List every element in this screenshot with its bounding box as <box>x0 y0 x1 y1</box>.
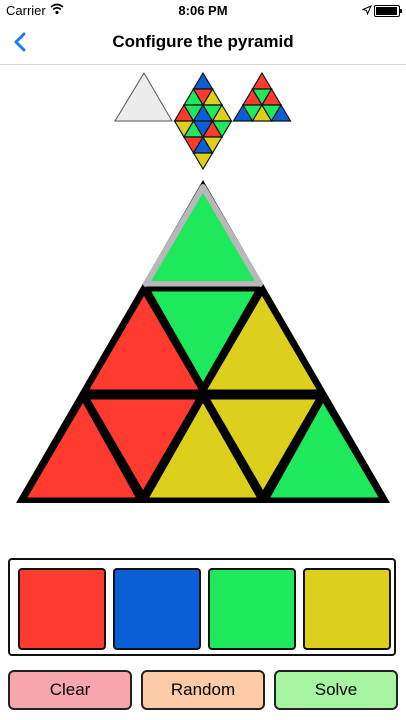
location-arrow-icon <box>361 3 372 18</box>
color-swatch-red[interactable] <box>18 568 106 650</box>
color-palette <box>8 558 396 656</box>
color-swatch-yellow[interactable] <box>303 568 391 650</box>
navigation-bar: Configure the pyramid <box>0 20 406 65</box>
battery-icon <box>374 5 402 17</box>
random-button[interactable]: Random <box>141 670 265 710</box>
color-swatch-blue[interactable] <box>113 568 201 650</box>
facelet-1[interactable] <box>143 184 263 287</box>
status-time: 8:06 PM <box>178 3 228 18</box>
pyramid-net-preview <box>114 71 292 171</box>
solve-button[interactable]: Solve <box>274 670 398 710</box>
preview-face-bottom <box>173 119 233 171</box>
color-swatch-green[interactable] <box>208 568 296 650</box>
clear-button[interactable]: Clear <box>8 670 132 710</box>
preview-face-right <box>232 71 292 123</box>
pyramid-face-editor <box>16 180 390 503</box>
preview-face-front <box>173 71 233 123</box>
status-bar: Carrier 8:06 PM <box>0 0 406 20</box>
page-title: Configure the pyramid <box>112 32 294 51</box>
preview-face-blank <box>114 72 173 122</box>
